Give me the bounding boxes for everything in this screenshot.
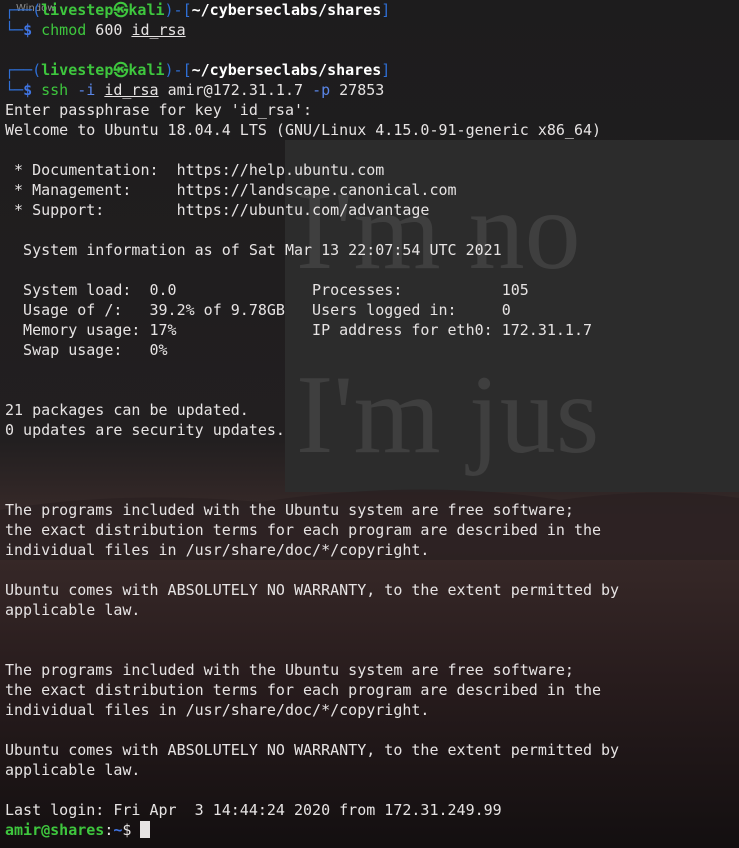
prompt-frame: ┌──( [5, 1, 42, 19]
command-target: amir@172.31.1.7 [167, 81, 304, 99]
output-line: Last login: Fri Apr 3 14:44:24 2020 from… [5, 801, 502, 819]
command-args: 600 [86, 21, 132, 39]
command-file-arg: id_rsa [104, 81, 159, 99]
output-line: individual files in /usr/share/doc/*/cop… [5, 541, 430, 559]
output-line: Welcome to Ubuntu 18.04.4 LTS (GNU/Linux… [5, 121, 602, 139]
prompt-symbol: $ [122, 821, 141, 839]
text-cursor[interactable] [140, 821, 151, 838]
terminal-output[interactable]: ┌──(livestep㉿kali)-[~/cyberseclabs/share… [5, 0, 739, 840]
output-line: The programs included with the Ubuntu sy… [5, 661, 574, 679]
output-line: the exact distribution terms for each pr… [5, 681, 602, 699]
prompt-host: kali [128, 61, 165, 79]
kali-skull-icon: ㉿ [113, 1, 129, 19]
output-line: the exact distribution terms for each pr… [5, 521, 602, 539]
command-port: 27853 [339, 81, 385, 99]
command-flag: -i [77, 81, 96, 99]
kali-skull-icon: ㉿ [113, 61, 129, 79]
output-line: Enter passphrase for key 'id_rsa': [5, 101, 313, 119]
prompt-path: ~/cyberseclabs/shares [191, 1, 382, 19]
command-flag: -p [312, 81, 331, 99]
output-line: 0 updates are security updates. [5, 421, 285, 439]
output-line: Ubuntu comes with ABSOLUTELY NO WARRANTY… [5, 741, 620, 759]
command-line: └─$ chmod 600 id_rsa [5, 21, 186, 39]
output-line: * Support: https://ubuntu.com/advantage [5, 201, 430, 219]
prompt-header: ┌──(livestep㉿kali)-[~/cyberseclabs/share… [5, 1, 391, 19]
output-line: individual files in /usr/share/doc/*/cop… [5, 701, 430, 719]
prompt-path: ~/cyberseclabs/shares [191, 61, 382, 79]
prompt-header: ┌──(livestep㉿kali)-[~/cyberseclabs/share… [5, 61, 391, 79]
prompt-host: kali [128, 1, 165, 19]
output-line: * Management: https://landscape.canonica… [5, 181, 457, 199]
output-line: System load: 0.0 Processes: 105 [5, 281, 529, 299]
output-line: Memory usage: 17% IP address for eth0: 1… [5, 321, 592, 339]
output-line: applicable law. [5, 601, 141, 619]
output-line: Swap usage: 0% [5, 341, 168, 359]
command-line: └─$ ssh -i id_rsa amir@172.31.1.7 -p 278… [5, 81, 385, 99]
command-name: chmod [41, 21, 87, 39]
output-line: System information as of Sat Mar 13 22:0… [5, 241, 502, 259]
prompt-user-host: amir@shares [5, 821, 105, 839]
final-prompt[interactable]: amir@shares:~$ [5, 820, 739, 840]
output-line: Ubuntu comes with ABSOLUTELY NO WARRANTY… [5, 581, 620, 599]
output-line: * Documentation: https://help.ubuntu.com [5, 161, 385, 179]
output-line: The programs included with the Ubuntu sy… [5, 501, 574, 519]
output-line: Usage of /: 39.2% of 9.78GB Users logged… [5, 301, 511, 319]
output-line: 21 packages can be updated. [5, 401, 249, 419]
command-name: ssh [41, 81, 69, 99]
prompt-user: livestep [41, 61, 114, 79]
output-block: Enter passphrase for key 'id_rsa': Welcom… [5, 100, 739, 820]
command-file-arg: id_rsa [131, 21, 186, 39]
output-line: applicable law. [5, 761, 141, 779]
prompt-user: livestep [41, 1, 114, 19]
